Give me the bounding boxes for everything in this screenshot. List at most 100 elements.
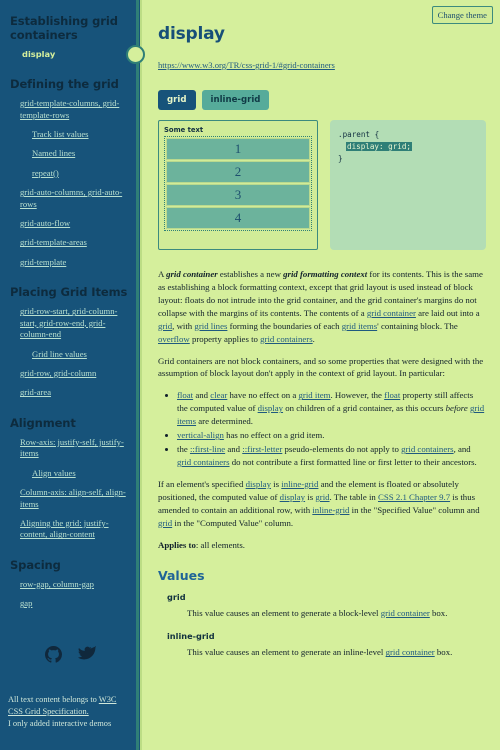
prose-content: A grid container establishes a new grid … [158, 268, 486, 552]
sidebar: Establishing grid containers display Defin… [0, 0, 140, 750]
values-list: grid This value causes an element to gene… [158, 592, 486, 660]
inline-link-grid-items[interactable]: grid items [342, 321, 377, 331]
inline-link-grid[interactable]: grid [158, 321, 172, 331]
change-theme-button[interactable]: Change theme [431, 6, 493, 24]
sidebar-item-track-list-values[interactable]: Track list values [10, 129, 132, 140]
sidebar-item-row-gap-column-gap[interactable]: row-gap, column-gap [10, 579, 132, 590]
footnote-post-text: I only added interactive demos [8, 718, 112, 728]
sidebar-item-grid-line-values[interactable]: Grid line values [10, 349, 132, 360]
sidebar-item-grid-template-columns-grid-template-rows[interactable]: grid-template-columns, grid-template-row… [10, 98, 132, 121]
sidebar-item-grid-area[interactable]: grid-area [10, 387, 132, 398]
code-line-close: } [338, 153, 343, 163]
sidebar-item-aligning-the-grid-justify-content-align-content[interactable]: Aligning the grid: justify-content, alig… [10, 518, 132, 541]
inline-link-vertical-align[interactable]: vertical-align [177, 430, 224, 440]
values-heading: Values [158, 567, 205, 583]
inline-link-grid-item[interactable]: grid item [299, 390, 331, 400]
sidebar-item-grid-row-grid-column[interactable]: grid-row, grid-column [10, 368, 132, 379]
sidebar-item-grid-template-areas[interactable]: grid-template-areas [10, 237, 132, 248]
sidebar-nav: Establishing grid containers display Defin… [0, 14, 140, 610]
sidebar-item-repeat[interactable]: repeat() [10, 168, 132, 179]
sidebar-item-grid-auto-flow[interactable]: grid-auto-flow [10, 218, 132, 229]
inline-link-grid-2[interactable]: grid [315, 492, 329, 502]
inline-link-float-2[interactable]: float [384, 390, 400, 400]
sidebar-section-heading: Defining the grid [10, 77, 119, 92]
paragraph-2: Grid containers are not block containers… [158, 355, 484, 379]
applies-to-paragraph: Applies to: all elements. [158, 539, 486, 552]
code-line-declaration: display: grid; [338, 141, 478, 153]
inline-link-grid-containers-2[interactable]: grid containers [401, 444, 454, 454]
inline-link-inline-grid-2[interactable]: inline-grid [312, 505, 349, 515]
paragraph-1: A grid container establishes a new grid … [158, 269, 483, 344]
demo-some-text-label: Some text [164, 126, 204, 134]
page-title: display [158, 24, 225, 44]
demo-code-panel: .parent { display: grid; } [330, 120, 486, 250]
inline-link-display-2[interactable]: display [246, 479, 271, 489]
active-item-rail [136, 0, 139, 750]
value-term-inline-grid: inline-grid [167, 631, 215, 642]
tab-inline-grid[interactable]: inline-grid [201, 90, 270, 110]
sidebar-section-heading: Spacing [10, 557, 61, 572]
sidebar-footnote: All text content belongs to W3C CSS Grid… [8, 694, 130, 730]
sidebar-item-gap[interactable]: gap [10, 598, 132, 609]
demo-grid-item: 3 [166, 184, 310, 206]
demo-grid-item: 2 [166, 161, 310, 183]
code-line-selector: .parent { [338, 130, 380, 139]
spec-url-link[interactable]: https://www.w3.org/TR/css-grid-1/#grid-c… [158, 60, 335, 70]
applies-to-value: : all elements. [195, 539, 245, 550]
sidebar-section-heading: Placing Grid Items [10, 285, 128, 300]
inline-link-grid-containers[interactable]: grid containers [260, 334, 313, 344]
inline-link-grid-container[interactable]: grid container [367, 308, 416, 318]
twitter-icon [77, 645, 97, 668]
inline-link-display-3[interactable]: display [280, 492, 305, 502]
main-content: Change theme display https://www.w3.org/… [140, 0, 500, 750]
inline-link-inline-grid[interactable]: inline-grid [281, 479, 318, 489]
inline-link-overflow[interactable]: overflow [158, 334, 190, 344]
inline-link-first-letter[interactable]: ::first-letter [242, 444, 282, 454]
github-icon [44, 645, 62, 668]
inline-link-float[interactable]: float [177, 390, 193, 400]
demo-row: Some text 1234 .parent { display: grid; … [158, 120, 486, 250]
list-item: vertical-align has no effect on a grid i… [177, 429, 486, 442]
value-tabs: grid inline-grid [158, 90, 486, 110]
sidebar-item-column-axis-align-self-align-items[interactable]: Column-axis: align-self, align-items [10, 487, 132, 510]
app-root: Establishing grid containers display Defin… [0, 0, 500, 750]
inline-link-grid-container-value[interactable]: grid container [381, 608, 430, 618]
demo-grid-item: 1 [166, 138, 310, 160]
twitter-icon-link[interactable] [77, 645, 97, 668]
sidebar-item-grid-auto-columns-grid-auto-rows[interactable]: grid-auto-columns, grid-auto-rows [10, 187, 132, 210]
active-item-notch-indicator [126, 45, 145, 64]
sidebar-social-links [0, 645, 140, 668]
code-declaration-highlight: display: grid; [346, 141, 413, 151]
inline-link-grid-container-value[interactable]: grid container [386, 647, 435, 657]
list-item: the ::first-line and ::first-letter pseu… [177, 443, 486, 469]
value-definition-inline-grid: This value causes an element to generate… [187, 647, 453, 658]
sidebar-item-grid-row-start-grid-column-start-grid-row-end-grid-column-end[interactable]: grid-row-start, grid-column-start, grid-… [10, 306, 132, 340]
inline-link-grid-items-2[interactable]: grid items [177, 403, 484, 426]
list-item: float and clear have no effect on a grid… [177, 389, 486, 428]
inline-link-display[interactable]: display [258, 403, 283, 413]
sidebar-item-grid-template[interactable]: grid-template [10, 257, 132, 268]
paragraph-3: If an element's specified display is inl… [158, 478, 480, 528]
sidebar-item-align-values[interactable]: Align values [10, 468, 132, 479]
demo-grid-item: 4 [166, 207, 310, 229]
inline-link-css21-chapter[interactable]: CSS 2.1 Chapter 9.7 [378, 492, 450, 502]
tab-grid[interactable]: grid [158, 90, 196, 110]
inline-link-clear[interactable]: clear [210, 390, 227, 400]
sidebar-item-display[interactable]: display [10, 49, 132, 60]
grid-container-exceptions-list: float and clear have no effect on a grid… [158, 389, 486, 469]
demo-preview-box: Some text 1234 [158, 120, 318, 250]
value-definition-grid: This value causes an element to generate… [187, 607, 448, 618]
sidebar-section-heading: Establishing grid containers [10, 14, 118, 43]
footnote-pre-text: All text content belongs to [8, 694, 99, 704]
sidebar-item-named-lines[interactable]: Named lines [10, 148, 132, 159]
sidebar-item-row-axis-justify-self-justify-items[interactable]: Row-axis: justify-self, justify-items [10, 437, 132, 460]
github-icon-link[interactable] [44, 645, 62, 668]
value-term-grid: grid [167, 591, 186, 602]
inline-link-grid-3[interactable]: grid [158, 518, 172, 528]
sidebar-section-heading: Alignment [10, 415, 76, 430]
inline-link-grid-containers-3[interactable]: grid containers [177, 457, 230, 467]
applies-to-label: Applies to [158, 539, 196, 550]
inline-link-first-line[interactable]: ::first-line [190, 444, 225, 454]
inline-link-grid-lines[interactable]: grid lines [194, 321, 227, 331]
demo-grid-container: 1234 [164, 136, 312, 231]
